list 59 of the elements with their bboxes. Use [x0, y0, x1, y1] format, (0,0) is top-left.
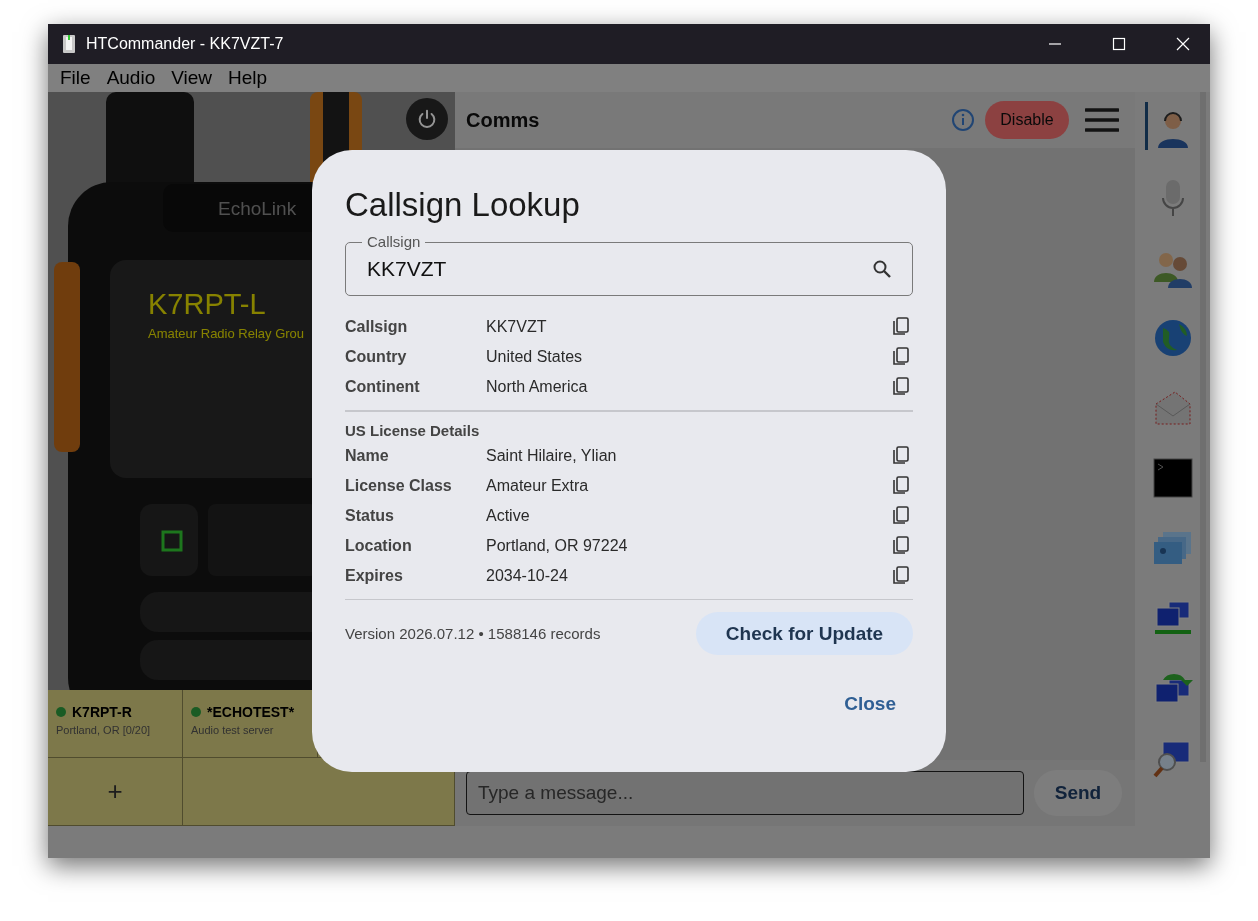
copy-icon[interactable]	[892, 445, 910, 466]
message-field[interactable]: Type a message...	[466, 771, 1024, 815]
close-icon[interactable]	[1176, 37, 1190, 51]
menu-item[interactable]: View	[163, 67, 221, 89]
row-value: Portland, OR 97224	[486, 536, 628, 555]
copy-icon[interactable]	[892, 377, 910, 397]
callsign-field[interactable]: Callsign KK7VZT	[345, 233, 913, 296]
copy-icon[interactable]	[892, 475, 910, 496]
field-value: KK7VZT	[367, 257, 447, 281]
field-label: Callsign	[366, 233, 422, 251]
panel-title: Comms	[466, 108, 540, 132]
row-label: Country	[345, 348, 408, 366]
copy-icon[interactable]	[892, 565, 910, 586]
menu-item[interactable]: Audio	[98, 67, 164, 89]
row-value: 2034-10-24	[486, 566, 568, 585]
close-button[interactable]: Close	[842, 687, 898, 721]
power-icon	[416, 108, 438, 130]
row-label: Status	[345, 506, 395, 525]
channel-name: K7RPT-R	[72, 704, 132, 720]
display-subtitle: Amateur Radio Relay Grou	[148, 326, 305, 341]
menu-item[interactable]: Help	[220, 67, 276, 89]
copy-icon[interactable]	[892, 317, 910, 337]
row-label: License Class	[345, 476, 453, 495]
menu-item[interactable]: File	[52, 67, 99, 89]
row-value: United States	[486, 348, 583, 366]
maximize-icon[interactable]	[1112, 37, 1126, 51]
globe-icon	[1152, 318, 1193, 358]
send-button[interactable]: Send	[1034, 770, 1122, 816]
channel-tile[interactable]: K7RPT-R Portland, OR [0/20]	[48, 690, 183, 758]
dialog-title: Callsign Lookup	[345, 186, 581, 224]
terminal-icon	[1152, 458, 1193, 498]
display-title: K7RPT-L	[148, 288, 266, 321]
channel-detail: Audio test server	[191, 724, 275, 736]
menu-icon[interactable]	[1085, 107, 1119, 133]
row-label: Name	[345, 446, 390, 465]
row-value: Saint Hilaire, Ylian	[486, 446, 617, 465]
copy-icon[interactable]	[892, 505, 910, 526]
row-value: Active	[486, 506, 530, 525]
version-text: Version 2026.07.12 • 1588146 records	[345, 625, 601, 642]
copy-icon[interactable]	[892, 347, 910, 367]
radio-label: EchoLink	[218, 198, 297, 220]
row-value: Amateur Extra	[486, 476, 589, 495]
check-update-button[interactable]: Check for Update	[696, 612, 913, 655]
row-label: Location	[345, 536, 413, 555]
channel-detail: Portland, OR [0/20]	[56, 724, 152, 736]
row-label: Callsign	[345, 318, 409, 336]
window-title: HTCommander - KK7VZT-7	[86, 35, 284, 53]
app-icon	[62, 34, 76, 54]
copy-icon[interactable]	[892, 535, 910, 556]
search-icon[interactable]	[872, 259, 892, 279]
disable-button[interactable]: Disable	[985, 101, 1069, 139]
channel-tile[interactable]: *ECHOTEST* Audio test server	[183, 690, 318, 758]
section-title: US License Details	[345, 421, 481, 439]
channel-name: *ECHOTEST*	[207, 704, 295, 720]
row-label: Expires	[345, 566, 404, 585]
add-channel-button[interactable]: +	[48, 758, 183, 826]
row-value: KK7VZT	[486, 318, 547, 336]
row-value: North America	[486, 378, 588, 396]
row-label: Continent	[345, 378, 421, 396]
